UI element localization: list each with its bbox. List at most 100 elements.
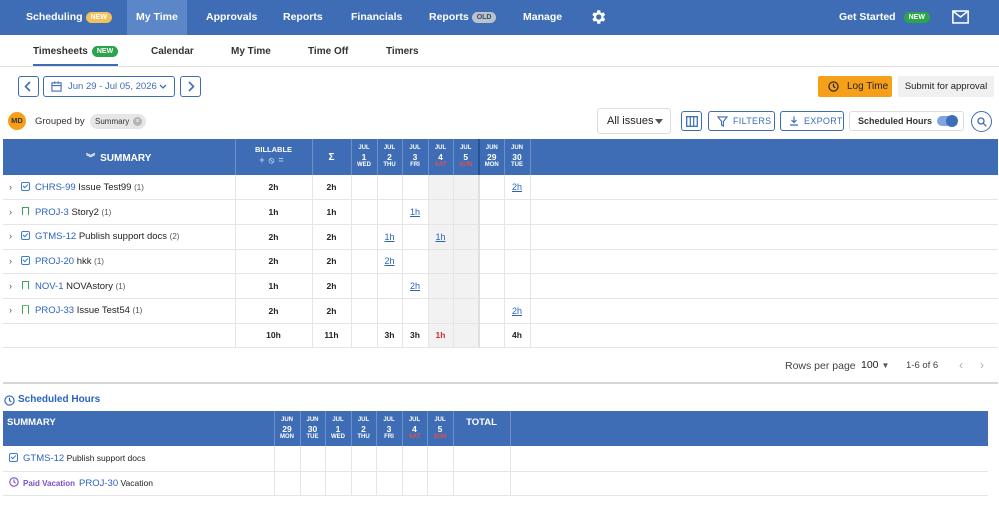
summary-header[interactable]: ︾ SUMMARY <box>3 139 236 175</box>
day-hours-cell[interactable] <box>453 273 480 299</box>
day-hours-cell[interactable] <box>402 175 429 201</box>
nav-get-started[interactable]: Get Started NEW <box>839 0 930 35</box>
billable-header[interactable]: BILLABLE +⦸= <box>235 139 313 175</box>
day-hours-cell[interactable] <box>453 175 480 201</box>
day-hours-cell[interactable] <box>351 249 378 275</box>
search-button[interactable] <box>971 111 992 132</box>
day-hours-cell[interactable] <box>428 175 454 201</box>
prev-week-button[interactable] <box>18 76 39 97</box>
day-hours-cell[interactable]: 2h <box>402 273 429 299</box>
mail-icon[interactable] <box>952 10 969 24</box>
tab-calendar[interactable]: Calendar <box>151 46 194 57</box>
day-hours-cell[interactable] <box>453 249 480 275</box>
scheduled-hours-title[interactable]: Scheduled Hours <box>18 394 100 405</box>
day-hours-cell[interactable] <box>504 273 531 299</box>
nav-reports-old[interactable]: Reports OLD <box>429 0 497 35</box>
issues-select[interactable]: All issues <box>597 108 671 134</box>
day-hours-cell[interactable] <box>478 249 505 275</box>
day-hours-cell[interactable] <box>453 298 480 324</box>
day-hours-cell[interactable] <box>402 298 429 324</box>
issue-key-link[interactable]: GTMS-12 <box>23 453 64 464</box>
issue-key-link[interactable]: PROJ-20 <box>35 256 74 267</box>
day-hours-cell[interactable] <box>504 224 531 250</box>
day-hours-cell[interactable] <box>351 175 378 201</box>
prev-page-button[interactable]: ‹ <box>954 356 968 374</box>
nav-financials[interactable]: Financials <box>351 0 402 35</box>
nav-approvals[interactable]: Approvals <box>206 0 257 35</box>
day-hours-cell[interactable]: 1h <box>428 224 454 250</box>
day-hours-cell[interactable] <box>504 199 531 225</box>
table-row[interactable]: › CHRS-99 Issue Test99 (1) 2h 2h 2h <box>3 175 998 201</box>
issue-key-link[interactable]: NOV-1 <box>35 281 64 292</box>
gear-icon[interactable] <box>589 8 607 26</box>
nav-my-time[interactable]: My Time <box>127 0 187 35</box>
tab-my-time[interactable]: My Time <box>231 46 271 57</box>
day-hours-cell[interactable] <box>428 199 454 225</box>
nav-scheduling[interactable]: Scheduling NEW <box>26 0 112 35</box>
nav-reports[interactable]: Reports <box>283 0 323 35</box>
next-week-button[interactable] <box>180 76 201 97</box>
tab-timesheets[interactable]: Timesheets NEW <box>33 46 119 67</box>
export-button[interactable]: EXPORT <box>780 111 844 131</box>
day-hours-cell[interactable] <box>504 249 531 275</box>
expand-chevron-icon[interactable]: › <box>9 305 21 315</box>
day-hours-cell[interactable] <box>402 224 429 250</box>
issue-key-link[interactable]: GTMS-12 <box>35 231 76 242</box>
rows-per-page-select[interactable]: 100 ▼ <box>861 359 889 371</box>
issue-key-link[interactable]: PROJ-30 <box>79 478 118 489</box>
expand-chevron-icon[interactable]: › <box>9 231 21 241</box>
day-header: JUL 4 SAT <box>428 139 454 175</box>
day-hours-cell[interactable] <box>402 249 429 275</box>
avatar[interactable]: MD <box>8 112 26 130</box>
day-hours-cell[interactable] <box>428 298 454 324</box>
day-hours-cell[interactable] <box>478 175 505 201</box>
day-hours-cell[interactable]: 2h <box>377 249 403 275</box>
table-row[interactable]: › PROJ-33 Issue Test54 (1) 2h 2h 2h <box>3 298 998 324</box>
billable-filter-icons[interactable]: +⦸= <box>236 155 312 166</box>
table-row[interactable]: › PROJ-3 Story2 (1) 1h 1h 1h <box>3 199 998 225</box>
group-chip-summary[interactable]: Summary × <box>90 114 146 129</box>
log-time-button[interactable]: Log Time <box>818 76 892 97</box>
issue-key-link[interactable]: CHRS-99 <box>35 182 76 193</box>
tab-timers[interactable]: Timers <box>386 46 419 57</box>
day-hours-cell[interactable] <box>478 298 505 324</box>
day-hours-cell[interactable] <box>377 298 403 324</box>
scheduled-hours-toggle[interactable] <box>937 115 958 127</box>
filters-button[interactable]: FILTERS <box>708 111 775 131</box>
day-hours-cell[interactable] <box>351 298 378 324</box>
expand-chevron-icon[interactable]: › <box>9 281 21 291</box>
date-range-picker[interactable]: Jun 29 - Jul 05, 2026 <box>43 76 175 97</box>
table-row[interactable]: › PROJ-20 hkk (1) 2h 2h 2h <box>3 249 998 275</box>
day-hours-cell[interactable] <box>453 199 480 225</box>
day-hours-cell[interactable] <box>351 199 378 225</box>
collapse-all-icon[interactable]: ︾ <box>86 153 95 163</box>
next-page-button[interactable]: › <box>975 356 989 374</box>
day-hours-cell[interactable] <box>478 273 505 299</box>
expand-chevron-icon[interactable]: › <box>9 207 21 217</box>
day-hours-cell[interactable] <box>351 224 378 250</box>
columns-button[interactable] <box>681 111 702 131</box>
day-hours-cell[interactable] <box>428 249 454 275</box>
day-hours-cell[interactable]: 1h <box>402 199 429 225</box>
table-row[interactable]: › GTMS-12 Publish support docs (2) 2h 2h 1h 1… <box>3 224 998 250</box>
day-hours-cell[interactable] <box>428 273 454 299</box>
nav-manage[interactable]: Manage <box>523 0 562 35</box>
expand-chevron-icon[interactable]: › <box>9 256 21 266</box>
day-hours-cell[interactable]: 1h <box>377 224 403 250</box>
day-hours-cell[interactable]: 2h <box>504 175 531 201</box>
day-hours-cell[interactable] <box>377 273 403 299</box>
table-row[interactable]: › NOV-1 NOVAstory (1) 1h 2h 2h <box>3 273 998 299</box>
issue-key-link[interactable]: PROJ-3 <box>35 207 69 218</box>
submit-for-approval-button[interactable]: Submit for approval <box>898 76 994 97</box>
day-hours-cell[interactable] <box>351 273 378 299</box>
expand-chevron-icon[interactable]: › <box>9 182 21 192</box>
tab-time-off[interactable]: Time Off <box>308 46 348 57</box>
day-hours-cell[interactable] <box>453 224 480 250</box>
day-hours-cell[interactable]: 2h <box>504 298 531 324</box>
chip-remove-icon[interactable]: × <box>133 117 142 126</box>
day-hours-cell[interactable] <box>377 175 403 201</box>
day-hours-cell[interactable] <box>478 199 505 225</box>
day-hours-cell[interactable] <box>478 224 505 250</box>
day-hours-cell[interactable] <box>377 199 403 225</box>
issue-key-link[interactable]: PROJ-33 <box>35 305 74 316</box>
